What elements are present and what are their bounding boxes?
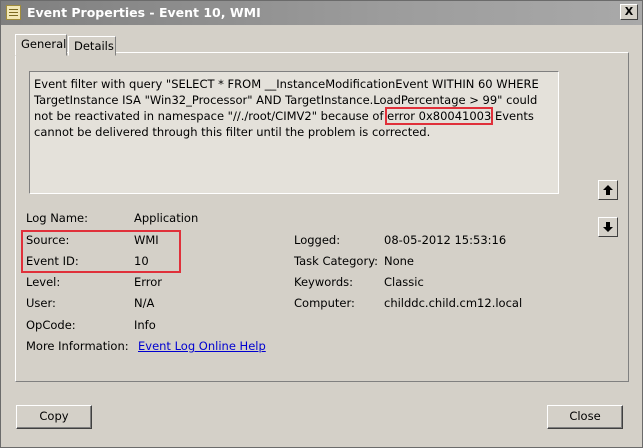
level-value: Error: [134, 275, 163, 289]
close-button[interactable]: Close: [547, 405, 623, 429]
keywords-value: Classic: [384, 275, 424, 289]
event-viewer-icon: [6, 5, 21, 20]
logged-label: Logged:: [294, 233, 341, 247]
keywords-label: Keywords:: [294, 275, 353, 289]
opcode-label: OpCode:: [26, 318, 76, 332]
window-close-button[interactable]: X: [620, 4, 638, 20]
tab-general[interactable]: General: [15, 34, 67, 56]
user-label: User:: [26, 296, 56, 310]
event-log-online-help-link[interactable]: Event Log Online Help: [138, 339, 266, 353]
computer-label: Computer:: [294, 296, 355, 310]
title-bar[interactable]: Event Properties - Event 10, WMI X: [1, 1, 642, 25]
copy-button[interactable]: Copy: [16, 405, 92, 429]
next-event-button[interactable]: [598, 217, 618, 237]
event-description: Event filter with query "SELECT * FROM _…: [29, 71, 559, 194]
task-category-label: Task Category:: [294, 254, 379, 268]
arrow-down-icon: [603, 222, 613, 232]
source-eventid-highlight: [21, 230, 181, 273]
window-title: Event Properties - Event 10, WMI: [27, 5, 261, 20]
log-name-label: Log Name:: [26, 211, 88, 225]
arrow-up-icon: [603, 185, 613, 195]
user-value: N/A: [134, 296, 155, 310]
more-info-label: More Information:: [26, 339, 129, 353]
task-category-value: None: [384, 254, 415, 268]
previous-event-button[interactable]: [598, 180, 618, 200]
error-code-highlight: error 0x80041003: [385, 107, 494, 125]
opcode-value: Info: [134, 318, 156, 332]
log-name-value: Application: [134, 211, 199, 225]
computer-value: childdc.child.cm12.local: [384, 296, 523, 310]
level-label: Level:: [26, 275, 61, 289]
logged-value: 08-05-2012 15:53:16: [384, 233, 507, 247]
tab-details[interactable]: Details: [68, 36, 116, 56]
event-properties-window: Event Properties - Event 10, WMI X Gener…: [0, 0, 643, 448]
